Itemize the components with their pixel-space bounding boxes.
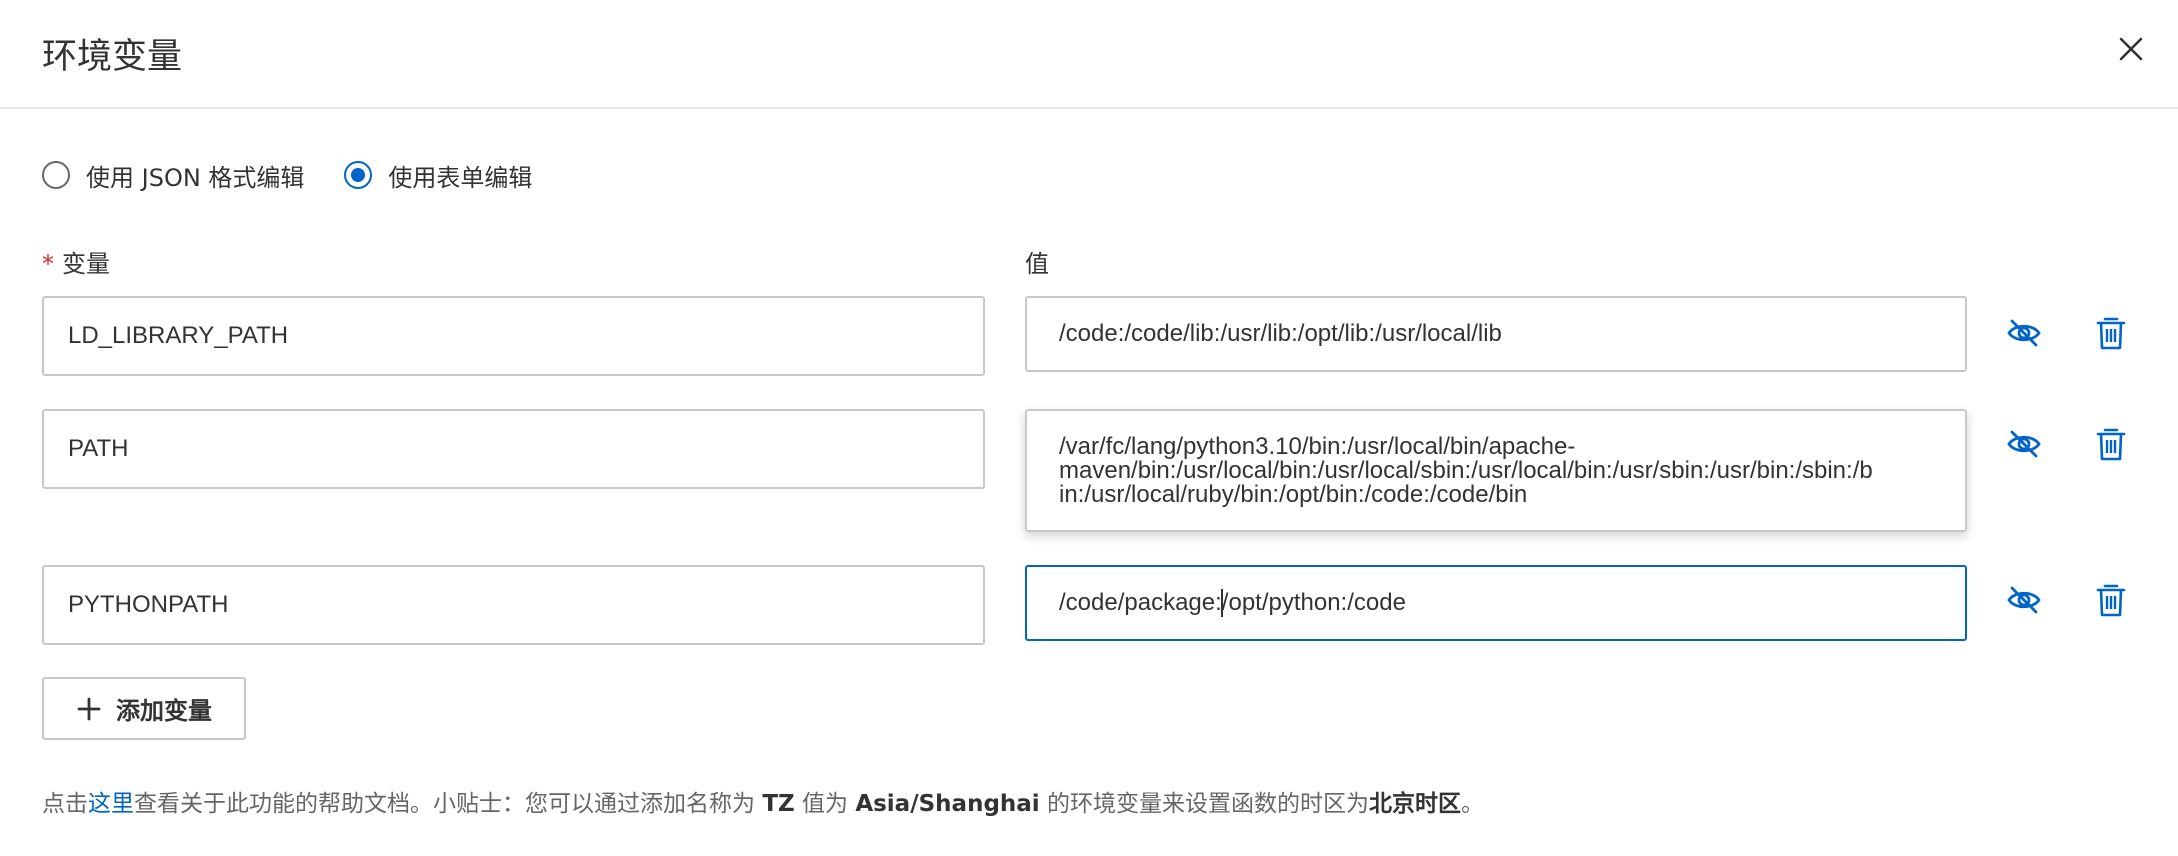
radio-json-circle[interactable] <box>42 161 70 189</box>
value-line: maven/bin:/usr/local/bin:/usr/local/sbin… <box>1059 457 1873 484</box>
radio-form-circle[interactable] <box>344 161 373 189</box>
value-line: /var/fc/lang/python3.10/bin:/usr/local/b… <box>1059 433 1576 460</box>
plus-icon <box>77 697 101 720</box>
variable-value-textarea[interactable]: /var/fc/lang/python3.10/bin:/usr/local/b… <box>1025 409 1967 532</box>
help-link[interactable]: 这里 <box>88 791 134 817</box>
eye-off-icon <box>2007 319 2041 347</box>
variable-name-input[interactable]: LD_LIBRARY_PATH <box>42 296 985 376</box>
radio-form-label: 使用表单编辑 <box>388 163 533 192</box>
value-line: in:/usr/local/ruby/bin:/opt/bin:/code:/c… <box>1059 481 1528 508</box>
variable-label-text: 变量 <box>62 250 110 278</box>
delete-variable-button[interactable] <box>2091 580 2131 620</box>
variable-name-input[interactable]: PATH <box>42 409 985 489</box>
required-mark: * <box>42 250 54 278</box>
toggle-visibility-button[interactable] <box>2004 580 2044 620</box>
close-icon <box>2119 37 2143 61</box>
value-text-before-caret: /code/package: <box>1059 589 1222 616</box>
eye-off-icon <box>2007 586 2041 614</box>
variable-name-text: PATH <box>68 435 129 462</box>
help-text-3: 的环境变量来设置函数的时区为 <box>1039 791 1369 817</box>
variable-column-label: * 变量 <box>42 244 110 279</box>
help-text-2: 值为 <box>794 791 856 817</box>
radio-form-mode[interactable]: 使用表单编辑 <box>344 158 532 193</box>
variable-value-input[interactable]: /code:/code/lib:/usr/lib:/opt/lib:/usr/l… <box>1025 296 1967 372</box>
variable-name-text: PYTHONPATH <box>68 591 229 618</box>
help-tz: TZ <box>762 791 795 817</box>
variable-name-text: LD_LIBRARY_PATH <box>68 322 289 349</box>
help-tz-value: Asia/Shanghai <box>855 791 1040 817</box>
trash-icon <box>2096 584 2126 617</box>
help-prefix: 点击 <box>42 791 88 817</box>
radio-json-mode[interactable]: 使用 JSON 格式编辑 <box>42 158 304 193</box>
delete-variable-button[interactable] <box>2091 313 2131 353</box>
value-text-after-caret: /opt/python:/code <box>1221 589 1406 616</box>
value-column-label: 值 <box>1025 250 1049 278</box>
help-zone: 北京时区 <box>1369 791 1461 817</box>
delete-variable-button[interactable] <box>2091 424 2131 464</box>
variable-value-text: /code:/code/lib:/usr/lib:/opt/lib:/usr/l… <box>1059 320 1502 347</box>
variable-name-input[interactable]: PYTHONPATH <box>42 565 985 645</box>
close-button[interactable] <box>2112 30 2150 68</box>
dialog-title: 环境变量 <box>42 37 183 77</box>
eye-off-icon <box>2007 430 2041 458</box>
trash-icon <box>2096 317 2126 350</box>
dialog-header: 环境变量 <box>0 0 2178 109</box>
toggle-visibility-button[interactable] <box>2004 424 2044 464</box>
variable-value-input[interactable]: /code/package:/opt/python:/code <box>1025 565 1967 641</box>
help-text-1: 查看关于此功能的帮助文档。小贴士：您可以通过添加名称为 <box>134 791 763 817</box>
radio-json-label: 使用 JSON 格式编辑 <box>86 163 305 192</box>
toggle-visibility-button[interactable] <box>2004 313 2044 353</box>
edit-mode-radio-group: 使用 JSON 格式编辑 使用表单编辑 <box>42 158 572 192</box>
help-suffix: 。 <box>1461 791 1484 817</box>
add-variable-label: 添加变量 <box>116 697 212 725</box>
help-text: 点击这里查看关于此功能的帮助文档。小贴士：您可以通过添加名称为 TZ 值为 As… <box>42 784 1484 818</box>
add-variable-button[interactable]: 添加变量 <box>42 677 246 740</box>
trash-icon <box>2096 428 2126 461</box>
